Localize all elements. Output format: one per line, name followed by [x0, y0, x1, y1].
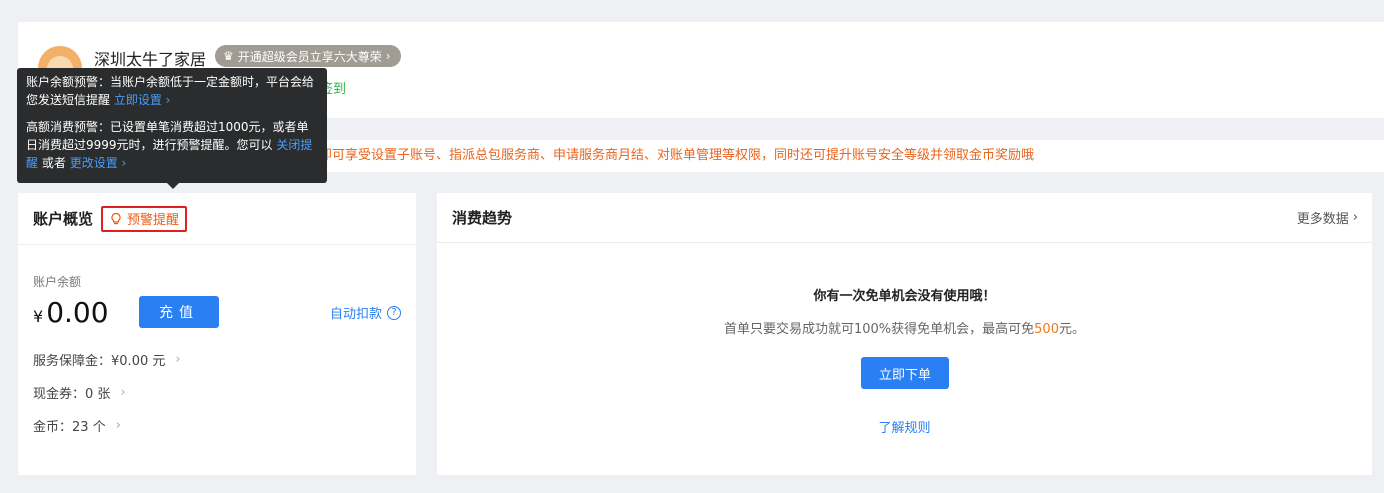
coins-label: 金币： — [33, 420, 73, 435]
coupon-row[interactable]: 现金券： 0 张 › — [33, 383, 126, 402]
balance-label: 账户余额 — [33, 275, 82, 289]
notice-text: 认证后即可享受设置子账号、指派总包服务商、申请服务商月结、对账单管理等权限，同时… — [280, 148, 1035, 163]
coupon-label: 现金券： — [33, 387, 86, 402]
chevron-right-icon: › — [385, 49, 391, 63]
vip-upgrade-badge[interactable]: ♛ 开通超级会员立享六大尊荣 › — [215, 45, 401, 67]
shop-name: 深圳太牛了家居 — [94, 50, 207, 69]
account-overview-card: 账户概览 预警提醒 账户余额 ¥ 0.00 充值 自动扣款 ? 服务保障金： ¥… — [18, 193, 416, 475]
coupon-value: 0 张 — [85, 387, 111, 402]
chevron-right-icon: › — [115, 418, 121, 433]
change-settings-link[interactable]: 更改设置 › — [70, 156, 127, 170]
high-spend-or: 或者 — [41, 156, 66, 170]
account-card-title: 账户概览 — [33, 210, 94, 228]
high-spend-alert-tip: 高额消费预警：已设置单笔消费超过1000元，或者单日消费超过9999元时，进行预… — [26, 118, 318, 172]
chevron-right-icon: › — [1352, 210, 1358, 225]
order-now-button[interactable]: 立即下单 — [861, 357, 949, 389]
chevron-right-icon: › — [175, 352, 181, 367]
coins-value: 23 个 — [72, 420, 106, 435]
free-order-description: 首单只要交易成功就可100%获得免单机会，最高可免500元。 — [437, 318, 1372, 337]
more-data-label: 更多数据 — [1296, 212, 1349, 227]
consumption-trend-card: 消费趋势 更多数据 › 你有一次免单机会没有使用哦！ 首单只要交易成功就可100… — [437, 193, 1372, 475]
balance-alert-tip: 账户余额预警：当账户余额低于一定金额时，平台会给您发送短信提醒 立即设置 › — [26, 73, 318, 109]
page: 深圳太牛了家居 ♛ 开通超级会员立享六大尊荣 › 签到 认证后即可享受设置子账号… — [0, 0, 1384, 493]
set-now-link[interactable]: 立即设置 › — [114, 93, 171, 107]
promo-desc-amount: 500 — [1034, 322, 1059, 337]
balance-amount: 0.00 — [46, 296, 109, 329]
learn-rules-link[interactable]: 了解规则 — [437, 417, 1372, 436]
currency-symbol: ¥ — [33, 307, 44, 326]
alert-settings-button[interactable]: 预警提醒 — [101, 205, 188, 232]
deposit-row[interactable]: 服务保障金： ¥0.00 元 › — [33, 350, 181, 369]
alert-button-label: 预警提醒 — [127, 213, 180, 228]
auto-deduct-link[interactable]: 自动扣款 ? — [330, 303, 401, 322]
free-order-title: 你有一次免单机会没有使用哦！ — [813, 289, 996, 304]
trend-card-header: 消费趋势 更多数据 › — [437, 193, 1372, 243]
more-data-link[interactable]: 更多数据 › — [1297, 208, 1358, 227]
recharge-button[interactable]: 充值 — [139, 296, 219, 328]
promo-desc-before: 首单只要交易成功就可100%获得免单机会，最高可免 — [723, 322, 1035, 337]
balance-value: ¥ 0.00 — [33, 296, 109, 329]
help-icon[interactable]: ? — [387, 305, 401, 320]
vip-badge-label: 开通超级会员立享六大尊荣 — [237, 49, 382, 64]
deposit-value: ¥0.00 元 — [111, 354, 166, 369]
trend-card-title: 消费趋势 — [452, 209, 513, 227]
crown-icon: ♛ — [223, 49, 234, 63]
promo-desc-after: 元。 — [1058, 322, 1085, 337]
account-card-header: 账户概览 预警提醒 — [18, 193, 416, 245]
coins-row[interactable]: 金币： 23 个 › — [33, 416, 121, 435]
auto-deduct-label: 自动扣款 — [329, 307, 382, 322]
chevron-right-icon: › — [120, 385, 126, 400]
lightbulb-icon — [111, 212, 121, 224]
high-spend-text: 高额消费预警：已设置单笔消费超过1000元，或者单日消费超过9999元时，进行预… — [26, 120, 309, 152]
alert-tooltip: 账户余额预警：当账户余额低于一定金额时，平台会给您发送短信提醒 立即设置 › 高… — [17, 68, 327, 189]
deposit-label: 服务保障金： — [33, 354, 112, 369]
